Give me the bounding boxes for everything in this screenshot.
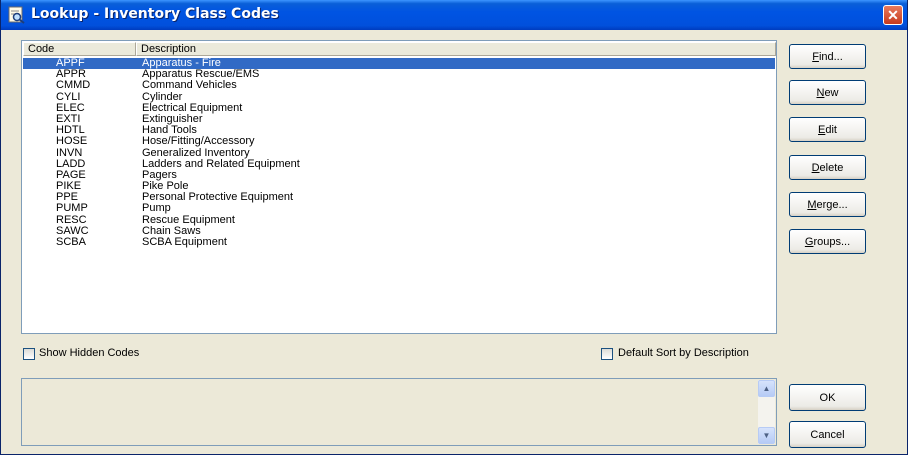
- edit-label: dit: [825, 123, 837, 136]
- show-hidden-codes-checkbox[interactable]: [23, 348, 35, 360]
- row-description: Hose/Fitting/Accessory: [142, 135, 255, 148]
- ok-button[interactable]: OK: [789, 384, 866, 411]
- delete-hotkey: D: [811, 161, 820, 174]
- groups-hotkey: G: [804, 235, 814, 248]
- row-description: Command Vehicles: [142, 79, 237, 92]
- row-code: CMMD: [56, 79, 91, 92]
- edit-hotkey: E: [818, 123, 826, 136]
- show-hidden-codes-label[interactable]: Show Hidden Codes: [39, 347, 139, 359]
- cancel-button[interactable]: Cancel: [789, 421, 866, 448]
- delete-button[interactable]: Delete: [789, 155, 866, 180]
- list-row[interactable]: SCBA SCBA Equipment: [23, 237, 775, 248]
- list-row[interactable]: EXTI Extinguisher: [23, 113, 775, 125]
- list-row[interactable]: LADD Ladders and Related Equipment: [23, 158, 775, 170]
- class-codes-list[interactable]: Code Description APPF Apparatus - Fire APP…: [21, 40, 777, 334]
- lookup-binoculars-icon: [8, 6, 26, 24]
- list-row[interactable]: PIKE Pike Pole: [23, 181, 775, 192]
- list-row[interactable]: RESC Rescue Equipment: [23, 213, 775, 226]
- row-description: SCBA Equipment: [142, 236, 227, 248]
- row-code: SCBA: [56, 236, 86, 248]
- merge-label: erge...: [816, 198, 848, 211]
- list-row[interactable]: CYLI Cylinder: [23, 90, 775, 103]
- edit-button[interactable]: Edit: [789, 117, 866, 142]
- list-row[interactable]: PAGE Pagers: [23, 169, 775, 181]
- row-description: Pump: [142, 202, 171, 215]
- find-label: ind...: [818, 50, 843, 63]
- groups-label: roups...: [813, 235, 851, 248]
- row-code: CYLI: [56, 90, 81, 103]
- row-description: Rescue Equipment: [142, 213, 235, 226]
- column-header-description[interactable]: Description: [136, 42, 776, 56]
- groups-button[interactable]: Groups...: [789, 229, 866, 254]
- merge-button[interactable]: Merge...: [789, 192, 866, 217]
- scroll-up-icon[interactable]: ▲: [758, 380, 775, 397]
- list-header: Code Description: [23, 42, 776, 57]
- merge-hotkey: M: [807, 198, 817, 211]
- find-hotkey: F: [812, 50, 819, 63]
- list-row[interactable]: SAWC Chain Saws: [23, 225, 775, 237]
- default-sort-checkbox[interactable]: [601, 348, 613, 360]
- row-description: Cylinder: [142, 90, 183, 103]
- delete-label: elete: [819, 161, 844, 174]
- column-header-code[interactable]: Code: [23, 42, 136, 56]
- new-hotkey: N: [816, 86, 825, 99]
- default-sort-label[interactable]: Default Sort by Description: [618, 347, 749, 359]
- list-row[interactable]: ELEC Electrical Equipment: [23, 102, 775, 114]
- title-bar[interactable]: Lookup - Inventory Class Codes ✕: [1, 0, 907, 30]
- row-description: Generalized Inventory: [142, 146, 250, 159]
- new-label: ew: [824, 86, 839, 99]
- row-code: HOSE: [56, 135, 88, 148]
- lookup-dialog: Lookup - Inventory Class Codes ✕ Code De…: [0, 0, 908, 455]
- new-button[interactable]: New: [789, 80, 866, 105]
- list-row[interactable]: PUMP Pump: [23, 203, 775, 214]
- list-row[interactable]: HOSE Hose/Fitting/Accessory: [23, 136, 775, 147]
- row-code: RESC: [56, 213, 87, 226]
- list-row[interactable]: INVN Generalized Inventory: [23, 146, 775, 159]
- list-row[interactable]: PPE Personal Protective Equipment: [23, 192, 775, 203]
- list-row[interactable]: HDTL Hand Tools: [23, 125, 775, 136]
- list-row[interactable]: CMMD Command Vehicles: [23, 80, 775, 91]
- find-button[interactable]: Find...: [789, 44, 866, 69]
- row-code: INVN: [56, 146, 83, 159]
- notes-memo[interactable]: ▲ ▼: [21, 378, 777, 446]
- list-row[interactable]: APPR Apparatus Rescue/EMS: [23, 69, 775, 80]
- row-code: PUMP: [56, 202, 88, 215]
- close-button[interactable]: ✕: [883, 5, 903, 25]
- list-row[interactable]: APPF Apparatus - Fire: [23, 58, 775, 70]
- window-title: Lookup - Inventory Class Codes: [31, 6, 279, 22]
- scroll-down-icon[interactable]: ▼: [758, 427, 775, 444]
- list-rows: APPF Apparatus - Fire APPR Apparatus Rescue…: [23, 58, 775, 248]
- memo-scrollbar[interactable]: ▲ ▼: [758, 380, 775, 444]
